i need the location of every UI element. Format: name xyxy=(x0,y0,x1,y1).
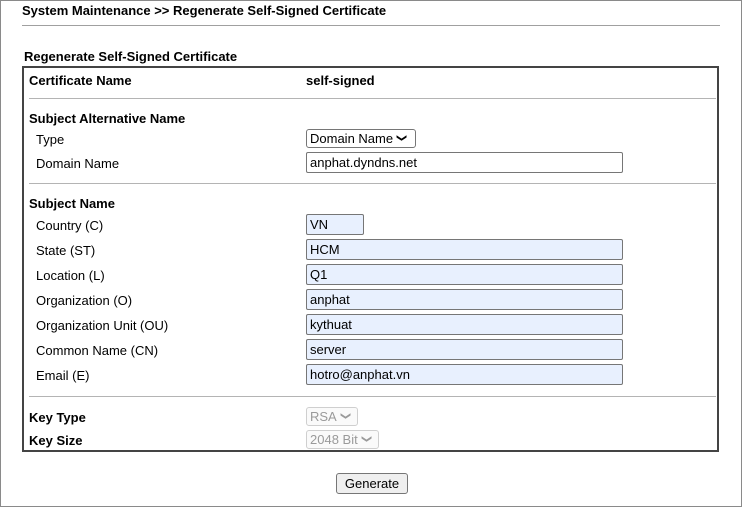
common-name-input[interactable] xyxy=(306,339,623,360)
key-size-value: 2048 Bit xyxy=(310,432,358,447)
organization-unit-input[interactable] xyxy=(306,314,623,335)
country-input[interactable] xyxy=(306,214,364,235)
organization-label: Organization (O) xyxy=(36,293,133,308)
generate-button[interactable]: Generate xyxy=(336,473,408,494)
email-label: Email (E) xyxy=(36,368,90,383)
key-size-select: 2048 Bit ❯ xyxy=(306,430,379,449)
location-input[interactable] xyxy=(306,264,623,285)
divider xyxy=(29,396,716,397)
organization-input[interactable] xyxy=(306,289,623,310)
title-divider xyxy=(22,25,720,26)
key-type-label: Key Type xyxy=(29,410,86,425)
san-type-value: Domain Name xyxy=(310,131,394,146)
domain-name-input[interactable] xyxy=(306,152,623,173)
chevron-down-icon: ❯ xyxy=(339,411,351,420)
divider xyxy=(29,98,716,99)
domain-name-label: Domain Name xyxy=(36,156,120,171)
san-type-select[interactable]: Domain Name ❯ xyxy=(306,129,416,148)
san-heading: Subject Alternative Name xyxy=(29,111,186,126)
divider xyxy=(29,183,716,184)
section-title: Regenerate Self-Signed Certificate xyxy=(24,49,238,64)
email-input[interactable] xyxy=(306,364,623,385)
certificate-form-panel: Certificate Name self-signed Subject Alt… xyxy=(22,66,719,452)
common-name-label: Common Name (CN) xyxy=(36,343,159,358)
chevron-down-icon: ❯ xyxy=(396,133,408,142)
key-type-select: RSA ❯ xyxy=(306,407,358,426)
san-type-label: Type xyxy=(36,132,65,147)
state-input[interactable] xyxy=(306,239,623,260)
key-type-value: RSA xyxy=(310,409,337,424)
key-size-label: Key Size xyxy=(29,433,83,448)
country-label: Country (C) xyxy=(36,218,104,233)
location-label: Location (L) xyxy=(36,268,105,283)
subject-name-heading: Subject Name xyxy=(29,196,115,211)
breadcrumb: System Maintenance >> Regenerate Self-Si… xyxy=(22,3,387,18)
certificate-name-label: Certificate Name xyxy=(29,73,132,88)
state-label: State (ST) xyxy=(36,243,96,258)
organization-unit-label: Organization Unit (OU) xyxy=(36,318,169,333)
chevron-down-icon: ❯ xyxy=(360,434,372,443)
certificate-name-value: self-signed xyxy=(306,73,375,88)
